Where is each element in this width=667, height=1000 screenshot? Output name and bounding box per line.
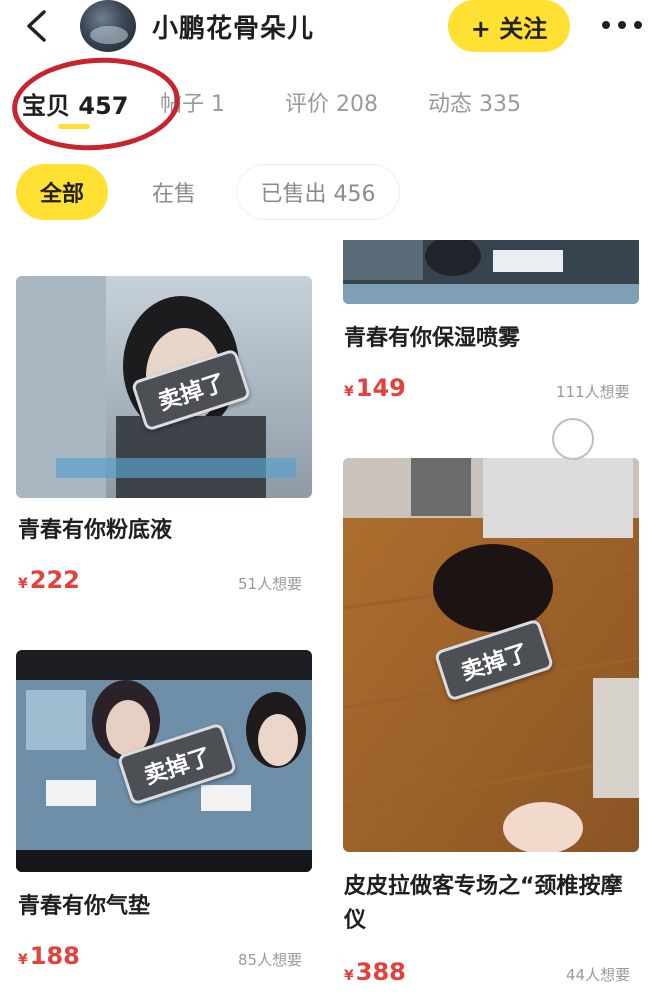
product-price: ¥222 xyxy=(18,566,80,594)
product-price: ¥388 xyxy=(344,958,406,986)
want-count: 85人想要 xyxy=(238,951,303,969)
chip-all[interactable]: 全部 xyxy=(16,164,108,220)
annotation-circle xyxy=(8,52,184,156)
price-value: 188 xyxy=(29,942,80,970)
avatar[interactable] xyxy=(80,0,136,52)
more-dots-icon xyxy=(602,21,642,29)
price-value: 149 xyxy=(355,374,406,402)
currency-symbol: ¥ xyxy=(18,576,28,592)
back-arrow-icon xyxy=(27,10,46,42)
more-button[interactable] xyxy=(598,10,646,40)
currency-symbol: ¥ xyxy=(18,952,28,968)
price-value: 388 xyxy=(355,958,406,986)
filter-chips: 全部 在售 已售出 456 xyxy=(0,164,667,224)
shop-name[interactable]: 小鹏花骨朵儿 xyxy=(152,8,314,45)
floating-touch-indicator xyxy=(552,418,594,460)
tab-reviews[interactable]: 评价 208 xyxy=(285,86,378,118)
product-price: ¥188 xyxy=(18,942,80,970)
product-price: ¥149 xyxy=(344,374,406,402)
currency-symbol: ¥ xyxy=(344,384,354,400)
product-title[interactable]: 皮皮拉做客专场之“颈椎按摩仪 xyxy=(344,870,644,938)
currency-symbol: ¥ xyxy=(344,968,354,984)
chip-on-sale[interactable]: 在售 xyxy=(126,164,222,220)
back-button[interactable] xyxy=(14,4,58,48)
tab-activity[interactable]: 动态 335 xyxy=(428,86,521,118)
want-count: 111人想要 xyxy=(556,383,630,401)
header-bar: 小鹏花骨朵儿 + 关注 xyxy=(0,0,667,56)
product-title[interactable]: 青春有你保湿喷雾 xyxy=(344,322,644,356)
product-title[interactable]: 青春有你粉底液 xyxy=(18,514,318,548)
follow-button[interactable]: + 关注 xyxy=(448,0,570,52)
product-image xyxy=(343,240,639,304)
product-image: 卖掉了 xyxy=(16,276,312,498)
want-count: 51人想要 xyxy=(238,575,303,593)
product-image: 卖掉了 xyxy=(16,650,312,872)
price-value: 222 xyxy=(29,566,80,594)
chip-sold[interactable]: 已售出 456 xyxy=(236,164,400,220)
product-image: 卖掉了 xyxy=(343,458,639,852)
want-count: 44人想要 xyxy=(566,966,631,984)
product-title[interactable]: 青春有你气垫 xyxy=(18,890,318,924)
